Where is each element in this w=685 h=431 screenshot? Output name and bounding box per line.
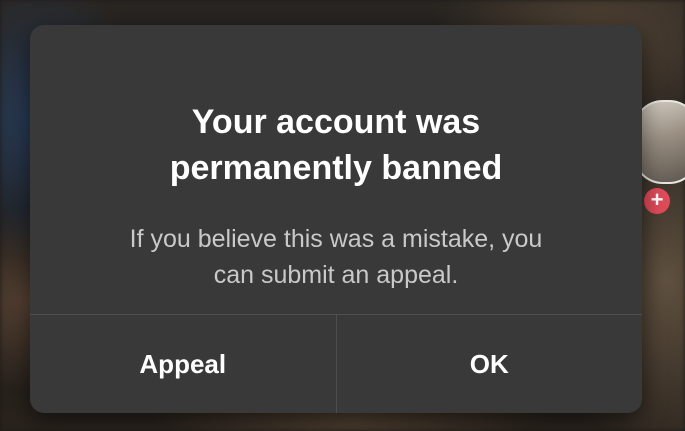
- dialog-message: If you believe this was a mistake, you c…: [70, 221, 602, 293]
- follow-plus-icon[interactable]: +: [644, 188, 670, 214]
- dialog-title: Your account was permanently banned: [30, 99, 642, 191]
- appeal-button[interactable]: Appeal: [30, 315, 336, 413]
- dialog-message-line-2: can submit an appeal.: [213, 261, 459, 289]
- ok-button[interactable]: OK: [335, 315, 643, 413]
- dialog-title-line-1: Your account was: [191, 103, 481, 141]
- account-banned-dialog: Your account was permanently banned If y…: [30, 25, 642, 413]
- dialog-button-row: Appeal OK: [30, 314, 642, 413]
- dialog-message-line-1: If you believe this was a mistake, you: [129, 225, 543, 253]
- dialog-title-line-2: permanently banned: [169, 149, 503, 187]
